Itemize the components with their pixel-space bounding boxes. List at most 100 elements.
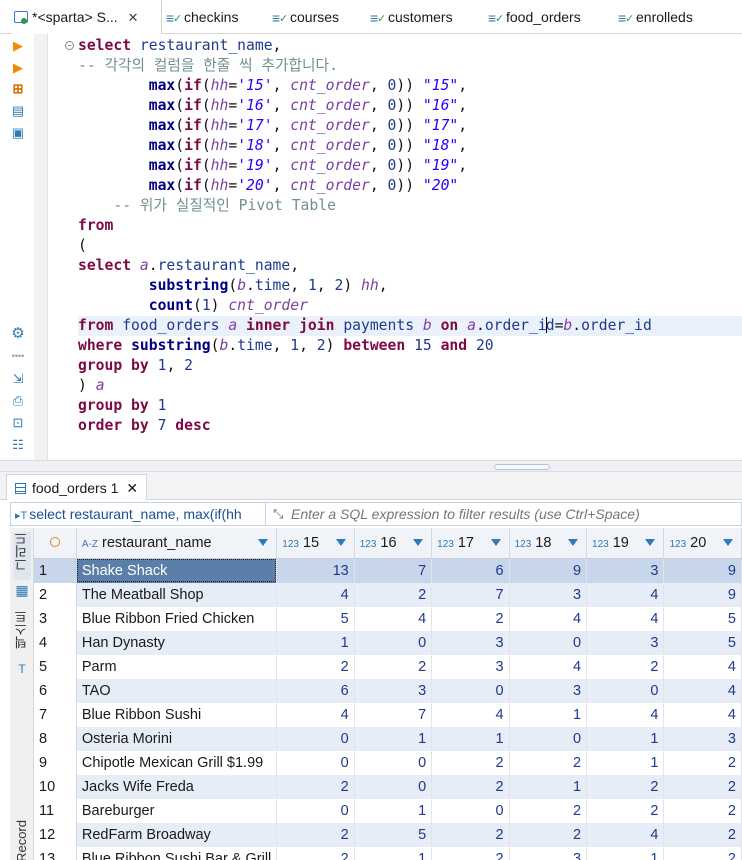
row-number[interactable]: 7 — [34, 702, 77, 727]
cell-restaurant-name[interactable]: Osteria Morini — [76, 726, 278, 751]
cell-count[interactable]: 2 — [663, 846, 742, 860]
cell-count[interactable]: 3 — [431, 654, 510, 679]
cell-count[interactable]: 0 — [354, 750, 433, 775]
terminal-icon[interactable]: ▣ — [10, 125, 26, 141]
cell-count[interactable]: 1 — [586, 726, 665, 751]
tab-food-orders[interactable]: food_orders — [488, 0, 581, 36]
row-number[interactable]: 9 — [34, 750, 77, 775]
cell-restaurant-name[interactable]: RedFarm Broadway — [76, 822, 278, 847]
cell-count[interactable]: 2 — [276, 654, 355, 679]
sort-arrow-icon[interactable] — [490, 539, 501, 546]
cell-restaurant-name[interactable]: Bareburger — [76, 798, 278, 823]
code-line[interactable]: max(if(hh='15', cnt_order, 0)) "15", — [78, 76, 742, 96]
import-icon[interactable]: ⎙ — [10, 393, 26, 409]
row-number[interactable]: 8 — [34, 726, 77, 751]
cell-restaurant-name[interactable]: Blue Ribbon Fried Chicken — [76, 606, 278, 631]
cell-count[interactable]: 4 — [586, 702, 665, 727]
grid-view-button[interactable]: 그리드 — [13, 532, 31, 580]
cell-count[interactable]: 7 — [354, 558, 433, 583]
column-header-16[interactable]: 123 16 — [354, 528, 433, 559]
cell-count[interactable]: 2 — [276, 846, 355, 860]
cell-restaurant-name[interactable]: Chipotle Mexican Grill $1.99 — [76, 750, 278, 775]
table-row[interactable]: 6 TAO 6 3 0 3 0 4 — [34, 678, 742, 703]
outline-icon[interactable]: ☷ — [10, 437, 26, 453]
cell-count[interactable]: 1 — [509, 702, 588, 727]
cell-count[interactable]: 2 — [509, 750, 588, 775]
cell-count[interactable]: 0 — [276, 726, 355, 751]
cell-count[interactable]: 0 — [431, 798, 510, 823]
sort-arrow-icon[interactable] — [723, 539, 733, 546]
results-grid[interactable]: A-Z restaurant_name 123 15 123 16 123 17 123… — [34, 528, 742, 860]
cell-count[interactable]: 2 — [276, 822, 355, 847]
cell-count[interactable]: 2 — [663, 822, 742, 847]
cell-count[interactable]: 4 — [586, 582, 665, 607]
explain-plan-icon[interactable]: ▤ — [10, 103, 26, 119]
sort-arrow-icon[interactable] — [258, 539, 269, 546]
table-row[interactable]: 10 Jacks Wife Freda 2 0 2 1 2 2 — [34, 774, 742, 799]
format-icon[interactable]: ⊡ — [10, 415, 26, 431]
cell-count[interactable]: 0 — [276, 798, 355, 823]
cell-count[interactable]: 2 — [276, 774, 355, 799]
cell-count[interactable]: 0 — [276, 750, 355, 775]
execute-statement-icon[interactable]: ▶ — [10, 38, 26, 54]
close-icon[interactable]: ✕ — [126, 480, 138, 496]
code-line[interactable]: max(if(hh='19', cnt_order, 0)) "19", — [78, 156, 742, 176]
cell-count[interactable]: 1 — [354, 846, 433, 860]
code-line[interactable]: max(if(hh='16', cnt_order, 0)) "16", — [78, 96, 742, 116]
cell-count[interactable]: 4 — [431, 702, 510, 727]
cell-count[interactable]: 4 — [276, 582, 355, 607]
cell-restaurant-name[interactable]: Han Dynasty — [76, 630, 278, 655]
cell-count[interactable]: 0 — [509, 630, 588, 655]
table-row[interactable]: 3 Blue Ribbon Fried Chicken 5 4 2 4 4 5 — [34, 606, 742, 631]
cell-count[interactable]: 0 — [431, 678, 510, 703]
cell-count[interactable]: 2 — [431, 750, 510, 775]
row-number[interactable]: 5 — [34, 654, 77, 679]
cell-count[interactable]: 7 — [431, 582, 510, 607]
execute-in-new-tab-icon[interactable]: ▶ — [10, 60, 26, 76]
cell-count[interactable]: 1 — [431, 726, 510, 751]
table-row[interactable]: 9 Chipotle Mexican Grill $1.99 0 0 2 2 1 2 — [34, 750, 742, 775]
table-row[interactable]: 12 RedFarm Broadway 2 5 2 2 4 2 — [34, 822, 742, 847]
row-number[interactable]: 4 — [34, 630, 77, 655]
row-number[interactable]: 6 — [34, 678, 77, 703]
cell-count[interactable]: 2 — [431, 606, 510, 631]
cell-restaurant-name[interactable]: Jacks Wife Freda — [76, 774, 278, 799]
text-icon[interactable]: T — [13, 662, 31, 680]
cell-count[interactable]: 9 — [663, 558, 742, 583]
tab-enrolleds[interactable]: enrolleds — [618, 0, 693, 36]
cell-count[interactable]: 5 — [663, 606, 742, 631]
close-icon[interactable]: ✕ — [128, 1, 139, 35]
cell-count[interactable]: 4 — [276, 702, 355, 727]
table-row[interactable]: 8 Osteria Morini 0 1 1 0 1 3 — [34, 726, 742, 751]
cell-count[interactable]: 2 — [663, 774, 742, 799]
query-text[interactable]: ▸T select restaurant_name, max(if(hh — [11, 503, 266, 525]
cell-count[interactable]: 1 — [586, 846, 665, 860]
cell-count[interactable]: 5 — [663, 630, 742, 655]
row-number[interactable]: 12 — [34, 822, 77, 847]
code-line[interactable]: from food_orders a inner join payments b… — [78, 316, 742, 336]
cell-count[interactable]: 0 — [509, 726, 588, 751]
cell-count[interactable]: 1 — [586, 750, 665, 775]
code-line[interactable]: ) a — [78, 376, 742, 396]
code-line[interactable]: order by 7 desc — [78, 416, 742, 436]
row-number[interactable]: 13 — [34, 846, 77, 860]
code-line[interactable]: group by 1, 2 — [78, 356, 742, 376]
column-header-20[interactable]: 123 20 — [663, 528, 742, 559]
sort-arrow-icon[interactable] — [413, 539, 424, 546]
code-line[interactable]: max(if(hh='18', cnt_order, 0)) "18", — [78, 136, 742, 156]
cell-count[interactable]: 4 — [354, 606, 433, 631]
gear-icon[interactable]: ⚙ — [10, 326, 26, 342]
cell-count[interactable]: 2 — [431, 846, 510, 860]
code-line[interactable]: count(1) cnt_order — [78, 296, 742, 316]
cell-count[interactable]: 0 — [354, 774, 433, 799]
cell-count[interactable]: 2 — [586, 798, 665, 823]
cell-count[interactable]: 6 — [431, 558, 510, 583]
table-row[interactable]: 2 The Meatball Shop 4 2 7 3 4 9 — [34, 582, 742, 607]
cell-count[interactable]: 3 — [586, 630, 665, 655]
cell-count[interactable]: 4 — [663, 702, 742, 727]
splitter-handle[interactable] — [494, 464, 550, 470]
table-row[interactable]: 7 Blue Ribbon Sushi 4 7 4 1 4 4 — [34, 702, 742, 727]
cell-count[interactable]: 4 — [586, 822, 665, 847]
execute-script-icon[interactable]: ⊞ — [10, 81, 26, 97]
cell-count[interactable]: 1 — [276, 630, 355, 655]
